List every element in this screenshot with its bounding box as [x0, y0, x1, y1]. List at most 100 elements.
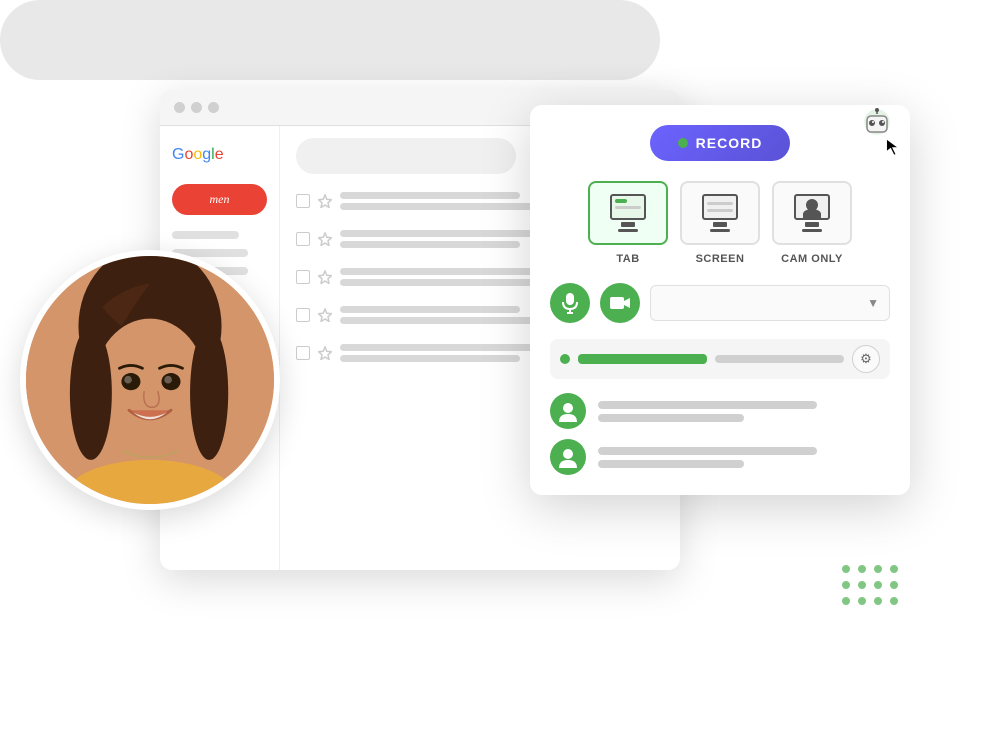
cam-screen: [794, 194, 830, 220]
g-yellow: o: [193, 146, 202, 163]
dot-10: [858, 597, 866, 605]
screen-mode-label: SCREEN: [696, 253, 745, 265]
email-checkbox-2[interactable]: [296, 232, 310, 246]
user-list: [550, 393, 890, 475]
compose-button[interactable]: men: [172, 184, 267, 215]
email-checkbox-3[interactable]: [296, 270, 310, 284]
tab-icon-box[interactable]: [588, 181, 668, 245]
user-person-icon-1: [557, 400, 579, 422]
mode-option-screen[interactable]: SCREEN: [680, 181, 760, 265]
record-label: RECORD: [696, 135, 763, 151]
dot-grid: [842, 565, 900, 607]
email-star-3[interactable]: [318, 270, 332, 284]
cam-person-body: [803, 209, 821, 219]
main-scene: Google men: [0, 0, 990, 747]
cam-base: [802, 229, 822, 232]
tab-stand: [621, 222, 635, 227]
robot-icon-container: [859, 108, 895, 149]
browser-dot-yellow: [191, 102, 202, 113]
decorative-dots: [842, 565, 900, 607]
screen-icon-box[interactable]: [680, 181, 760, 245]
dropdown-chevron-icon: ▼: [867, 296, 879, 310]
popup-tab-1[interactable]: [578, 354, 707, 364]
screen-rect: [702, 194, 738, 220]
mode-option-tab[interactable]: TAB: [588, 181, 668, 265]
settings-gear-button[interactable]: ⚙: [852, 345, 880, 373]
google-logo: Google: [172, 142, 267, 168]
user-info-2: [598, 447, 890, 468]
browser-dot-red: [174, 102, 185, 113]
tab-base: [618, 229, 638, 232]
mode-options: TAB SCREEN: [550, 181, 890, 265]
user-detail-line-2: [598, 460, 744, 468]
email-checkbox-4[interactable]: [296, 308, 310, 322]
tab-line: [615, 199, 627, 203]
dot-9: [842, 597, 850, 605]
email-star-4[interactable]: [318, 308, 332, 322]
person-photo-circle: [20, 250, 280, 510]
user-name-line-2: [598, 447, 817, 455]
email-line-2b: [340, 241, 520, 248]
person-photo-inner: [26, 256, 274, 504]
user-avatar-1: [550, 393, 586, 429]
user-person-icon-2: [557, 446, 579, 468]
tab-monitor-icon: [610, 194, 646, 232]
tab-screen: [610, 194, 646, 220]
dot-6: [858, 581, 866, 589]
audio-controls: ▼: [550, 283, 890, 323]
cloud-decoration: [0, 0, 660, 80]
browser-dot-green: [208, 102, 219, 113]
mode-option-cam[interactable]: CAM ONLY: [772, 181, 852, 265]
user-info-1: [598, 401, 890, 422]
audio-source-dropdown[interactable]: ▼: [650, 285, 890, 321]
dot-4: [890, 565, 898, 573]
g-blue: G: [172, 146, 184, 163]
microphone-button[interactable]: [550, 283, 590, 323]
dot-12: [890, 597, 898, 605]
record-button-row: RECORD: [550, 125, 890, 161]
user-detail-line-1: [598, 414, 744, 422]
screen-stand: [713, 222, 727, 227]
record-indicator: [678, 138, 688, 148]
email-line-1a: [340, 192, 520, 199]
email-star-5[interactable]: [318, 346, 332, 360]
record-button[interactable]: RECORD: [650, 125, 791, 161]
cursor-icon: [883, 137, 903, 157]
google-logo-text: Google: [172, 146, 224, 163]
cam-icon-box[interactable]: [772, 181, 852, 245]
dot-11: [874, 597, 882, 605]
email-line-4a: [340, 306, 520, 313]
popup-tab-bar: ⚙: [550, 339, 890, 379]
screen-line2: [707, 209, 733, 212]
cam-monitor-icon: [794, 194, 830, 232]
dot-1: [842, 565, 850, 573]
screen-line1: [707, 202, 733, 205]
extension-popup: RECORD TAB: [530, 105, 910, 495]
tab-mode-label: TAB: [616, 253, 639, 265]
camera-button[interactable]: [600, 283, 640, 323]
g-red2: e: [215, 146, 224, 163]
user-avatar-2: [550, 439, 586, 475]
dot-5: [842, 581, 850, 589]
email-star-2[interactable]: [318, 232, 332, 246]
email-star-1[interactable]: [318, 194, 332, 208]
cam-stand: [805, 222, 819, 227]
screen-base: [710, 229, 730, 232]
user-row-2: [550, 439, 890, 475]
microphone-icon: [561, 292, 579, 314]
screen-monitor-icon: [702, 194, 738, 232]
gear-icon: ⚙: [860, 351, 872, 367]
g-blue2: g: [202, 146, 211, 163]
email-line-5b: [340, 355, 520, 362]
gmail-search-bar[interactable]: [296, 138, 516, 174]
email-checkbox-5[interactable]: [296, 346, 310, 360]
user-row-1: [550, 393, 890, 429]
dot-3: [874, 565, 882, 573]
tab-active-dot: [560, 354, 570, 364]
popup-tab-2[interactable]: [715, 355, 844, 363]
email-checkbox-1[interactable]: [296, 194, 310, 208]
dot-2: [858, 565, 866, 573]
cam-mode-label: CAM ONLY: [781, 253, 843, 265]
tab-content-line: [615, 206, 641, 209]
dot-8: [890, 581, 898, 589]
